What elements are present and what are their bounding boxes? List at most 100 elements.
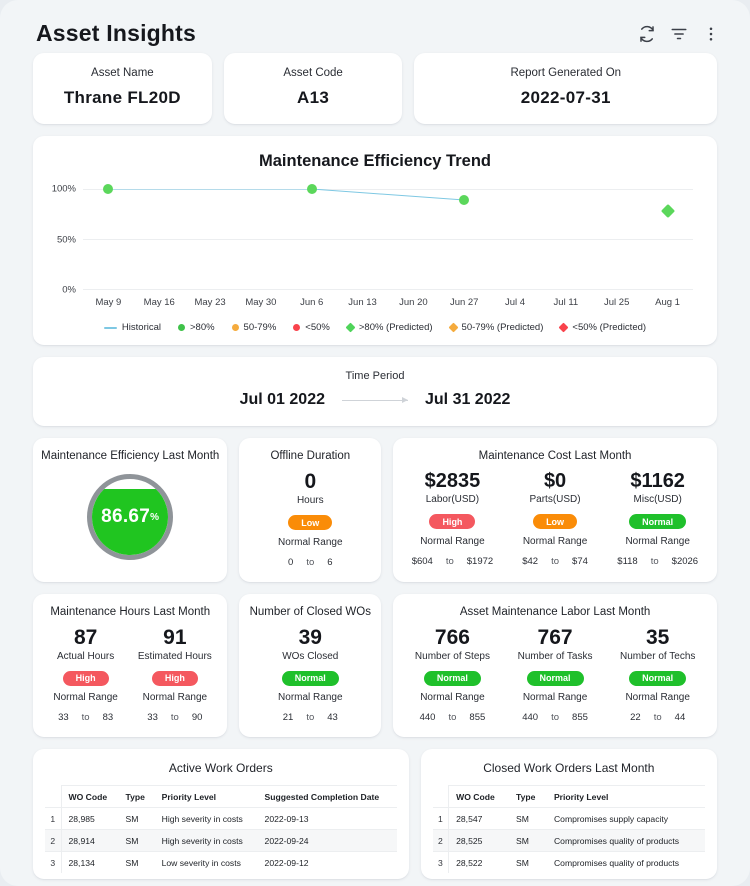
legend-item[interactable]: <50% bbox=[293, 322, 330, 333]
chart-gridline: 0% bbox=[62, 285, 693, 296]
table-cell: High severity in costs bbox=[154, 829, 258, 853]
offline-metric: 0 Hours Low Normal Range 0 to 6 bbox=[247, 470, 373, 568]
time-period-range: Jul 01 2022 Jul 31 2022 bbox=[33, 391, 717, 409]
metric-label: Labor(USD) bbox=[425, 494, 480, 505]
metric-column: 87 Actual Hours High Normal Range 33 to 83 bbox=[41, 626, 130, 724]
normal-range-label: Normal Range bbox=[522, 692, 588, 704]
column-header[interactable]: Suggested Completion Date bbox=[257, 785, 397, 809]
legend-label: 50-79% bbox=[243, 322, 277, 333]
efficiency-gauge: 86.67% bbox=[41, 470, 219, 562]
efficiency-trend-chart-card: Maintenance Efficiency Trend 0% 50% 100% M… bbox=[33, 136, 717, 345]
table-row[interactable]: 2 28,525 SM Compromises quality of products bbox=[432, 829, 705, 853]
metric-label: WOs Closed bbox=[282, 650, 339, 662]
offline-duration-card: Offline Duration 0 Hours Low Normal Rang… bbox=[239, 438, 382, 582]
table-cell: Low severity in costs bbox=[161, 857, 241, 868]
chart-point-circle[interactable] bbox=[459, 195, 470, 205]
refresh-icon[interactable] bbox=[638, 25, 656, 43]
status-badge: Normal bbox=[423, 670, 481, 686]
status-badge: High bbox=[429, 514, 476, 529]
closed-wos-columns: 39 WOs Closed Normal Normal Range 21 to 43 bbox=[247, 626, 373, 724]
status-badge: Normal bbox=[281, 670, 339, 686]
column-header[interactable]: WO Code bbox=[448, 785, 509, 809]
range-to: to bbox=[306, 556, 315, 568]
hours-card-title: Maintenance Hours Last Month bbox=[50, 605, 211, 618]
table-cell: 2022-09-12 bbox=[264, 857, 309, 868]
column-header[interactable]: Priority Level bbox=[546, 785, 705, 809]
column-header[interactable]: WO Code bbox=[61, 785, 119, 809]
table-row[interactable]: 3 28,134 SM Low severity in costs 2022-09-12 bbox=[45, 851, 397, 874]
range-max: $1972 bbox=[466, 555, 494, 567]
chart-x-tick: May 9 bbox=[95, 297, 122, 308]
range-min: 0 bbox=[288, 556, 294, 568]
legend-item[interactable]: 50-79% bbox=[231, 322, 277, 333]
legend-line-icon bbox=[103, 326, 117, 329]
arrow-right-icon bbox=[342, 397, 408, 403]
table-cell: 28,985 bbox=[61, 807, 119, 831]
range-min: 33 bbox=[58, 712, 69, 724]
chart-x-tick: Jul 4 bbox=[505, 297, 526, 308]
range-to: to bbox=[551, 712, 560, 724]
table-cell: 2022-09-13 bbox=[257, 807, 397, 831]
column-header[interactable] bbox=[432, 785, 450, 809]
range-min: 22 bbox=[630, 712, 641, 724]
range-max: 855 bbox=[572, 712, 588, 724]
legend-item[interactable]: 50-79% (Predicted) bbox=[448, 322, 543, 333]
page-title: Asset Insights bbox=[36, 20, 197, 46]
chart-x-axis: May 9 May 16 May 23 May 30 Jun 6 Jun 13 Jun 20… bbox=[83, 297, 693, 308]
table-cell: 2 bbox=[432, 829, 450, 853]
range-max: 44 bbox=[674, 712, 686, 724]
gauge-value: 86.67% bbox=[92, 479, 168, 555]
status-badge: Normal bbox=[629, 670, 687, 686]
asset-code-card: Asset Code A13 bbox=[223, 53, 403, 124]
chart-point-circle[interactable] bbox=[103, 184, 114, 194]
table-row[interactable]: 1 28,547 SM Compromises supply capacity bbox=[432, 807, 705, 831]
column-header[interactable]: Type bbox=[118, 785, 155, 809]
metric-value: 91 bbox=[163, 625, 187, 649]
offline-card-title: Offline Duration bbox=[270, 450, 351, 462]
legend-dot-icon bbox=[177, 324, 185, 331]
maintenance-hours-card: Maintenance Hours Last Month 87 Actual Ho… bbox=[33, 593, 228, 738]
legend-diamond-icon bbox=[558, 322, 569, 333]
cost-card-title: Maintenance Cost Last Month bbox=[478, 450, 632, 462]
legend-item[interactable]: >80% (Predicted) bbox=[345, 322, 433, 333]
table-cell: SM bbox=[516, 857, 529, 868]
legend-item[interactable]: >80% bbox=[177, 322, 215, 333]
report-date-card: Report Generated On 2022-07-31 bbox=[414, 53, 718, 124]
normal-range-label: Normal Range bbox=[420, 535, 485, 547]
table-row[interactable]: 1 28,985 SM High severity in costs 2022-09-1… bbox=[45, 807, 397, 831]
range-to: to bbox=[306, 712, 315, 724]
normal-range-label: Normal Range bbox=[53, 692, 118, 704]
column-header[interactable]: Priority Level bbox=[154, 785, 258, 809]
kpi-row-2: Maintenance Hours Last Month 87 Actual Ho… bbox=[0, 593, 750, 738]
column-header[interactable] bbox=[45, 785, 62, 809]
chart-title: Maintenance Efficiency Trend bbox=[259, 152, 491, 170]
legend-dot-icon bbox=[293, 324, 301, 331]
legend-item[interactable]: Historical bbox=[103, 322, 161, 333]
asset-code-label: Asset Code bbox=[283, 67, 343, 79]
filter-icon[interactable] bbox=[670, 25, 688, 43]
chart-point-circle[interactable] bbox=[306, 184, 317, 194]
table-row[interactable]: 2 28,914 SM High severity in costs 2022-09-2… bbox=[45, 829, 397, 853]
table-cell: 28,525 bbox=[448, 829, 509, 853]
table-header-row: WO Code Type Priority Level bbox=[432, 785, 705, 809]
table-cell: SM bbox=[118, 807, 155, 831]
normal-range-label: Normal Range bbox=[625, 692, 690, 704]
range-min: 21 bbox=[282, 712, 294, 724]
legend-label: >80% (Predicted) bbox=[358, 322, 433, 333]
gauge-number: 86.67 bbox=[101, 506, 151, 527]
more-options-icon[interactable] bbox=[702, 25, 720, 43]
metric-column: $0 Parts(USD) Low Normal Range $42 to $74 bbox=[504, 470, 607, 567]
metric-column: 35 Number of Techs Normal Normal Range 22 to 4… bbox=[606, 626, 709, 724]
asset-code-value: A13 bbox=[297, 88, 330, 107]
table-cell: Compromises quality of products bbox=[553, 857, 680, 868]
header-actions bbox=[638, 25, 720, 43]
metric-value: $2835 bbox=[424, 470, 481, 492]
legend-item[interactable]: <50% (Predicted) bbox=[558, 322, 646, 333]
table-header-row: WO Code Type Priority Level Suggested Compl… bbox=[45, 785, 397, 809]
range-to: to bbox=[448, 712, 457, 724]
column-header[interactable]: Type bbox=[509, 785, 547, 809]
metric-label: Number of Steps bbox=[414, 650, 490, 662]
table-row[interactable]: 3 28,522 SM Compromises quality of products bbox=[432, 851, 705, 874]
metric-label: Number of Tasks bbox=[517, 650, 593, 662]
chart-x-tick: Jun 6 bbox=[300, 297, 324, 308]
